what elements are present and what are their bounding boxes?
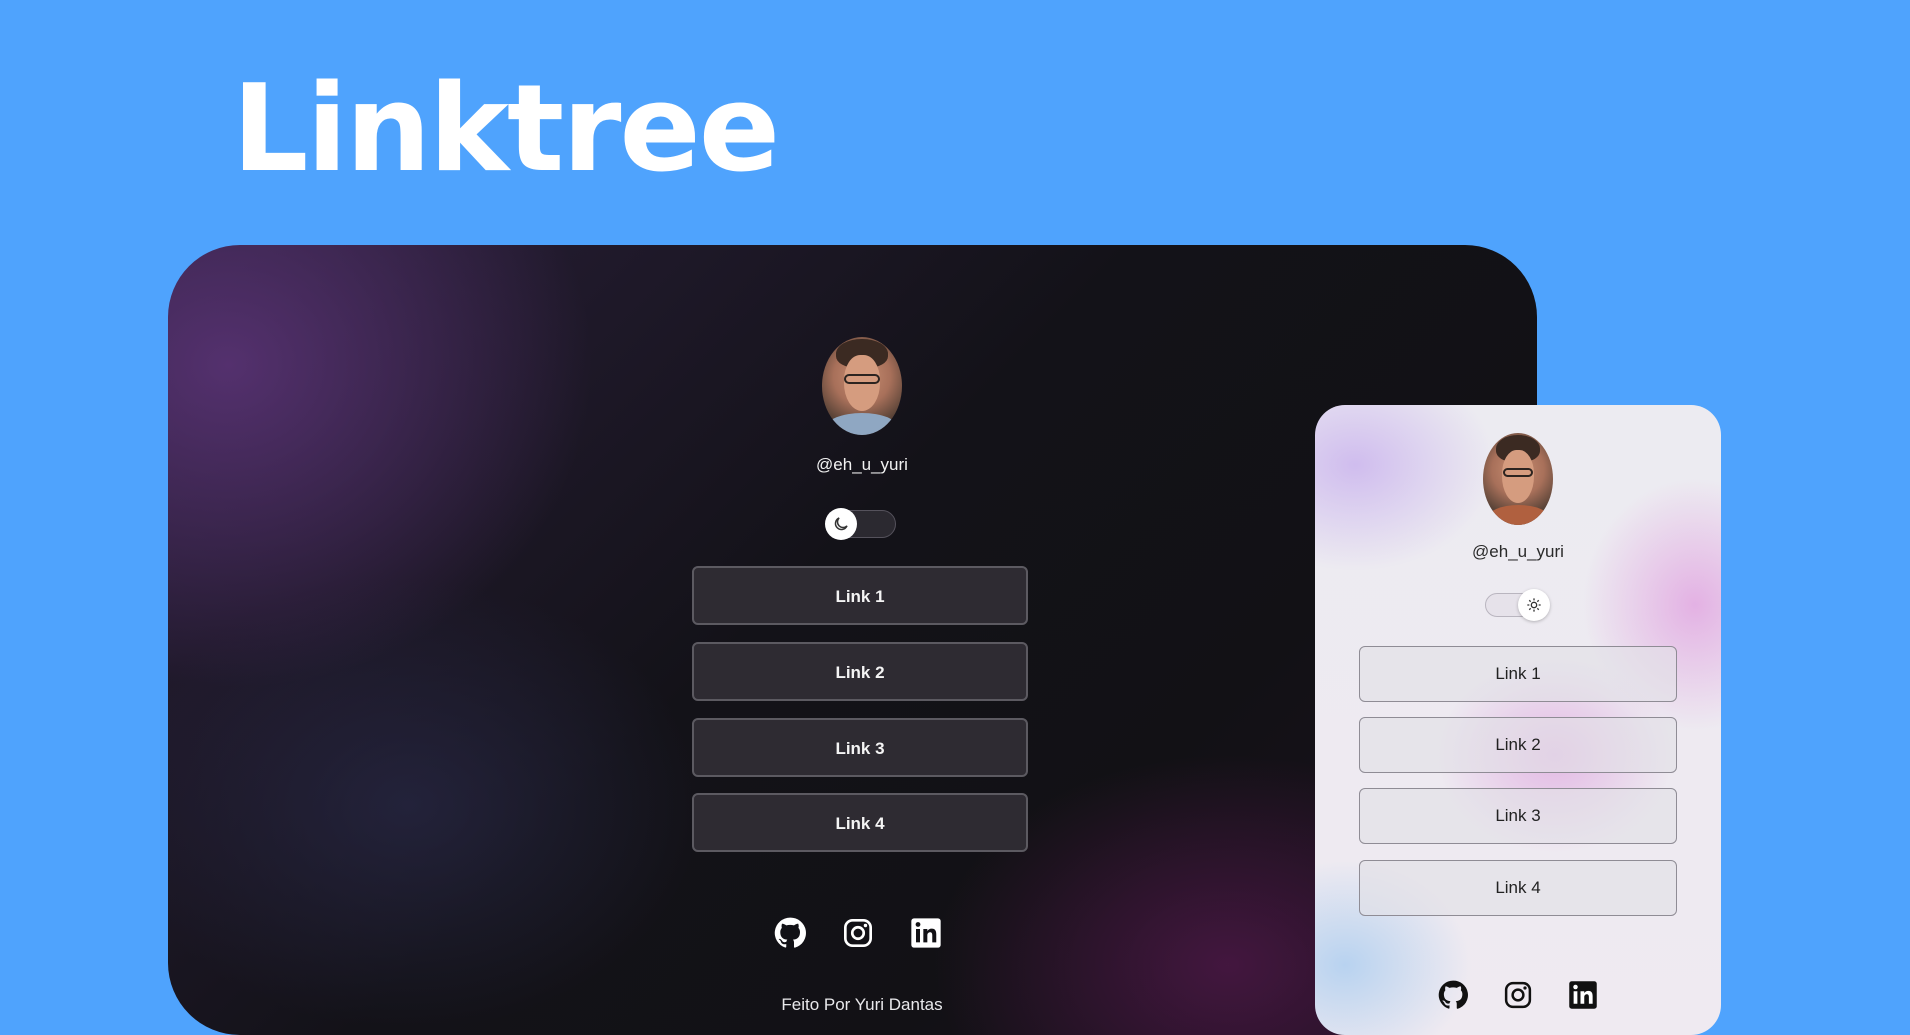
social-links: [774, 917, 978, 949]
theme-toggle[interactable]: [825, 508, 896, 540]
light-theme-preview: @eh_u_yuri Link 1 Link 2 Link 3 Link 4: [1315, 405, 1721, 1035]
hero-title: Linktree: [232, 60, 780, 199]
social-links: [1438, 980, 1633, 1010]
link-button-4[interactable]: Link 4: [1359, 860, 1677, 916]
linkedin-icon[interactable]: [1568, 980, 1598, 1010]
github-icon[interactable]: [1438, 980, 1468, 1010]
moon-icon: [825, 508, 857, 540]
github-icon[interactable]: [774, 917, 806, 949]
linkedin-icon[interactable]: [910, 917, 942, 949]
link-button-3[interactable]: Link 3: [692, 718, 1028, 777]
link-button-2[interactable]: Link 2: [692, 642, 1028, 701]
username: @eh_u_yuri: [816, 455, 908, 474]
link-button-3[interactable]: Link 3: [1359, 788, 1677, 844]
avatar: [822, 337, 902, 435]
sun-icon: [1518, 589, 1550, 621]
theme-toggle[interactable]: [1485, 589, 1550, 621]
avatar: [1483, 433, 1553, 525]
link-button-1[interactable]: Link 1: [692, 566, 1028, 625]
username: @eh_u_yuri: [1472, 542, 1564, 561]
instagram-icon[interactable]: [1503, 980, 1533, 1010]
link-button-1[interactable]: Link 1: [1359, 646, 1677, 702]
footer-credit: Feito Por Yuri Dantas: [781, 995, 943, 1014]
instagram-icon[interactable]: [842, 917, 874, 949]
link-button-4[interactable]: Link 4: [692, 793, 1028, 852]
link-button-2[interactable]: Link 2: [1359, 717, 1677, 773]
